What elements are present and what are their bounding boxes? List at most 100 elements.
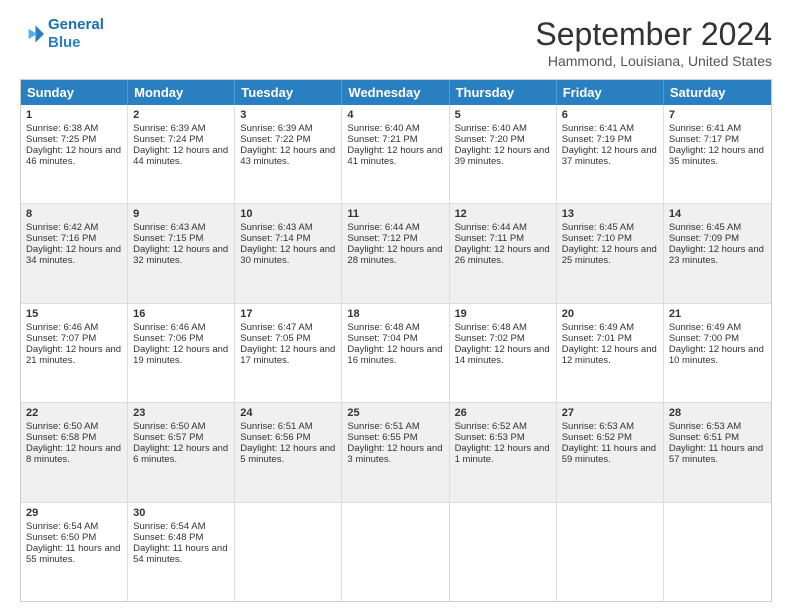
sunrise-time: Sunrise: 6:44 AM (455, 222, 527, 233)
daylight-hours: Daylight: 12 hours and 14 minutes. (455, 344, 550, 366)
sunset-time: Sunset: 7:16 PM (26, 233, 96, 244)
daylight-hours: Daylight: 12 hours and 5 minutes. (240, 443, 335, 465)
day-number: 29 (26, 507, 122, 519)
sunrise-time: Sunrise: 6:41 AM (562, 123, 634, 134)
sunset-time: Sunset: 7:20 PM (455, 134, 525, 145)
sunrise-time: Sunrise: 6:43 AM (133, 222, 205, 233)
day-number: 30 (133, 507, 229, 519)
daylight-hours: Daylight: 12 hours and 3 minutes. (347, 443, 442, 465)
logo-line2: Blue (48, 34, 81, 51)
calendar-cell-11: 11 Sunrise: 6:44 AM Sunset: 7:12 PM Dayl… (342, 204, 449, 302)
sunset-time: Sunset: 7:09 PM (669, 233, 739, 244)
daylight-hours: Daylight: 12 hours and 25 minutes. (562, 244, 657, 266)
calendar-cell-9: 9 Sunrise: 6:43 AM Sunset: 7:15 PM Dayli… (128, 204, 235, 302)
calendar-cell-15: 15 Sunrise: 6:46 AM Sunset: 7:07 PM Dayl… (21, 304, 128, 402)
calendar-cell-20: 20 Sunrise: 6:49 AM Sunset: 7:01 PM Dayl… (557, 304, 664, 402)
day-number: 14 (669, 208, 766, 220)
sunrise-time: Sunrise: 6:52 AM (455, 421, 527, 432)
sunset-time: Sunset: 7:22 PM (240, 134, 310, 145)
day-number: 28 (669, 407, 766, 419)
calendar-cell-12: 12 Sunrise: 6:44 AM Sunset: 7:11 PM Dayl… (450, 204, 557, 302)
daylight-hours: Daylight: 12 hours and 41 minutes. (347, 145, 442, 167)
sunrise-time: Sunrise: 6:50 AM (133, 421, 205, 432)
sunrise-time: Sunrise: 6:46 AM (26, 322, 98, 333)
sunset-time: Sunset: 6:57 PM (133, 432, 203, 443)
sunrise-time: Sunrise: 6:51 AM (240, 421, 312, 432)
sunrise-time: Sunrise: 6:40 AM (347, 123, 419, 134)
day-number: 9 (133, 208, 229, 220)
calendar-row-2: 8 Sunrise: 6:42 AM Sunset: 7:16 PM Dayli… (21, 204, 771, 303)
day-number: 12 (455, 208, 551, 220)
logo: General Blue (20, 16, 104, 52)
sunset-time: Sunset: 6:51 PM (669, 432, 739, 443)
calendar-cell-2: 2 Sunrise: 6:39 AM Sunset: 7:24 PM Dayli… (128, 105, 235, 203)
sunset-time: Sunset: 6:56 PM (240, 432, 310, 443)
day-number: 6 (562, 109, 658, 121)
daylight-hours: Daylight: 12 hours and 12 minutes. (562, 344, 657, 366)
daylight-hours: Daylight: 12 hours and 28 minutes. (347, 244, 442, 266)
daylight-hours: Daylight: 11 hours and 59 minutes. (562, 443, 656, 465)
month-title: September 2024 (535, 16, 772, 53)
calendar-cell-28: 28 Sunrise: 6:53 AM Sunset: 6:51 PM Dayl… (664, 403, 771, 501)
sunset-time: Sunset: 7:02 PM (455, 333, 525, 344)
sunrise-time: Sunrise: 6:51 AM (347, 421, 419, 432)
daylight-hours: Daylight: 12 hours and 16 minutes. (347, 344, 442, 366)
calendar-cell-empty-r4c5 (557, 503, 664, 601)
daylight-hours: Daylight: 11 hours and 55 minutes. (26, 543, 120, 565)
calendar-cell-27: 27 Sunrise: 6:53 AM Sunset: 6:52 PM Dayl… (557, 403, 664, 501)
sunset-time: Sunset: 7:06 PM (133, 333, 203, 344)
sunset-time: Sunset: 7:15 PM (133, 233, 203, 244)
sunrise-time: Sunrise: 6:43 AM (240, 222, 312, 233)
calendar-row-1: 1 Sunrise: 6:38 AM Sunset: 7:25 PM Dayli… (21, 105, 771, 204)
sunset-time: Sunset: 7:14 PM (240, 233, 310, 244)
day-number: 26 (455, 407, 551, 419)
header-saturday: Saturday (664, 80, 771, 105)
calendar-cell-empty-r4c6 (664, 503, 771, 601)
daylight-hours: Daylight: 12 hours and 37 minutes. (562, 145, 657, 167)
daylight-hours: Daylight: 12 hours and 39 minutes. (455, 145, 550, 167)
day-number: 25 (347, 407, 443, 419)
daylight-hours: Daylight: 11 hours and 57 minutes. (669, 443, 763, 465)
header-friday: Friday (557, 80, 664, 105)
calendar-cell-empty-r4c2 (235, 503, 342, 601)
sunset-time: Sunset: 7:01 PM (562, 333, 632, 344)
sunrise-time: Sunrise: 6:39 AM (240, 123, 312, 134)
header: General Blue September 2024 Hammond, Lou… (20, 16, 772, 69)
sunrise-time: Sunrise: 6:48 AM (347, 322, 419, 333)
calendar-row-5: 29 Sunrise: 6:54 AM Sunset: 6:50 PM Dayl… (21, 503, 771, 601)
day-number: 21 (669, 308, 766, 320)
header-tuesday: Tuesday (235, 80, 342, 105)
calendar-cell-19: 19 Sunrise: 6:48 AM Sunset: 7:02 PM Dayl… (450, 304, 557, 402)
day-number: 3 (240, 109, 336, 121)
daylight-hours: Daylight: 12 hours and 21 minutes. (26, 344, 121, 366)
day-number: 27 (562, 407, 658, 419)
sunrise-time: Sunrise: 6:39 AM (133, 123, 205, 134)
day-number: 8 (26, 208, 122, 220)
day-number: 11 (347, 208, 443, 220)
sunset-time: Sunset: 7:10 PM (562, 233, 632, 244)
sunrise-time: Sunrise: 6:50 AM (26, 421, 98, 432)
sunset-time: Sunset: 6:53 PM (455, 432, 525, 443)
sunrise-time: Sunrise: 6:45 AM (669, 222, 741, 233)
daylight-hours: Daylight: 12 hours and 23 minutes. (669, 244, 764, 266)
day-number: 16 (133, 308, 229, 320)
sunset-time: Sunset: 7:19 PM (562, 134, 632, 145)
day-number: 10 (240, 208, 336, 220)
calendar-cell-14: 14 Sunrise: 6:45 AM Sunset: 7:09 PM Dayl… (664, 204, 771, 302)
calendar-cell-5: 5 Sunrise: 6:40 AM Sunset: 7:20 PM Dayli… (450, 105, 557, 203)
sunset-time: Sunset: 6:52 PM (562, 432, 632, 443)
sunrise-time: Sunrise: 6:53 AM (669, 421, 741, 432)
sunrise-time: Sunrise: 6:54 AM (26, 521, 98, 532)
sunrise-time: Sunrise: 6:53 AM (562, 421, 634, 432)
calendar-cell-23: 23 Sunrise: 6:50 AM Sunset: 6:57 PM Dayl… (128, 403, 235, 501)
calendar: Sunday Monday Tuesday Wednesday Thursday… (20, 79, 772, 602)
sunset-time: Sunset: 7:11 PM (455, 233, 525, 244)
daylight-hours: Daylight: 12 hours and 19 minutes. (133, 344, 228, 366)
header-sunday: Sunday (21, 80, 128, 105)
sunset-time: Sunset: 7:21 PM (347, 134, 417, 145)
day-number: 18 (347, 308, 443, 320)
logo-line1: General (48, 16, 104, 33)
daylight-hours: Daylight: 12 hours and 35 minutes. (669, 145, 764, 167)
sunrise-time: Sunrise: 6:42 AM (26, 222, 98, 233)
calendar-cell-24: 24 Sunrise: 6:51 AM Sunset: 6:56 PM Dayl… (235, 403, 342, 501)
